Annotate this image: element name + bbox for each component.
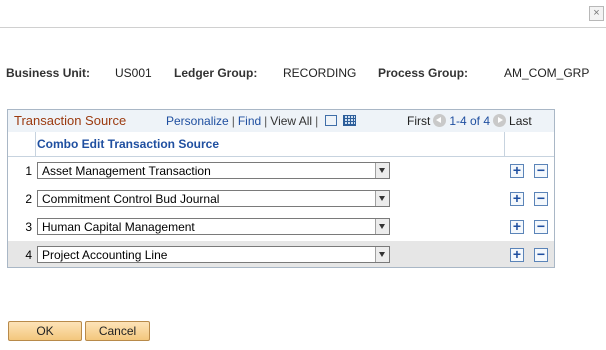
add-row-button[interactable]: + bbox=[510, 163, 524, 178]
row-number: 4 bbox=[25, 248, 32, 262]
business-unit-value: US001 bbox=[115, 66, 152, 80]
next-arrow-icon[interactable] bbox=[493, 114, 507, 127]
business-unit-label: Business Unit: bbox=[6, 66, 91, 80]
table-row: 3 Human Capital Management + − bbox=[8, 213, 554, 242]
dropdown-arrow-icon[interactable] bbox=[375, 219, 389, 234]
delete-row-button[interactable]: − bbox=[534, 191, 548, 206]
new-window-icon[interactable] bbox=[325, 115, 338, 126]
column-header-row: Combo Edit Transaction Source bbox=[8, 132, 554, 157]
select-value: Commitment Control Bud Journal bbox=[42, 192, 220, 206]
add-row-button[interactable]: + bbox=[510, 219, 524, 234]
table-row: 4 Project Accounting Line + − bbox=[8, 241, 554, 267]
transaction-source-select[interactable]: Commitment Control Bud Journal bbox=[37, 190, 390, 207]
cancel-button[interactable]: Cancel bbox=[85, 321, 150, 341]
grid-title: Transaction Source bbox=[14, 113, 127, 128]
table-row: 2 Commitment Control Bud Journal + − bbox=[8, 185, 554, 214]
first-link[interactable]: First bbox=[407, 114, 430, 128]
header-divider bbox=[0, 27, 606, 28]
transaction-source-select[interactable]: Asset Management Transaction bbox=[37, 162, 390, 179]
find-link[interactable]: Find bbox=[238, 114, 261, 128]
row-range: 1-4 of 4 bbox=[449, 114, 491, 128]
ok-button[interactable]: OK bbox=[8, 321, 82, 341]
transaction-source-grid: Transaction Source Personalize | Find | View… bbox=[7, 109, 555, 268]
dropdown-arrow-icon[interactable] bbox=[375, 163, 389, 178]
table-row: 1 Asset Management Transaction + − bbox=[8, 157, 554, 186]
row-number: 1 bbox=[25, 164, 32, 178]
transaction-source-select[interactable]: Human Capital Management bbox=[37, 218, 390, 235]
delete-row-button[interactable]: − bbox=[534, 163, 548, 178]
add-row-button[interactable]: + bbox=[510, 191, 524, 206]
ledger-group-value: RECORDING bbox=[283, 66, 357, 80]
previous-arrow-icon[interactable] bbox=[433, 114, 447, 127]
add-row-button[interactable]: + bbox=[510, 247, 524, 262]
view-all-link[interactable]: View All bbox=[270, 114, 312, 128]
process-group-label: Process Group: bbox=[378, 66, 469, 80]
download-grid-icon[interactable] bbox=[343, 115, 357, 126]
select-value: Asset Management Transaction bbox=[42, 164, 211, 178]
nav-separator: | bbox=[315, 114, 319, 128]
dropdown-arrow-icon[interactable] bbox=[375, 191, 389, 206]
row-number: 2 bbox=[25, 192, 32, 206]
grid-header: Transaction Source Personalize | Find | View… bbox=[8, 110, 554, 133]
transaction-source-select[interactable]: Project Accounting Line bbox=[37, 246, 390, 263]
ledger-group-label: Ledger Group: bbox=[174, 66, 258, 80]
row-number: 3 bbox=[25, 220, 32, 234]
nav-separator: | bbox=[231, 114, 235, 128]
grid-pager: First 1-4 of 4 Last bbox=[407, 114, 532, 128]
close-icon[interactable]: × bbox=[589, 6, 604, 21]
select-value: Project Accounting Line bbox=[42, 248, 168, 262]
column-header-combo-edit[interactable]: Combo Edit Transaction Source bbox=[37, 137, 219, 151]
delete-row-button[interactable]: − bbox=[534, 247, 548, 262]
nav-separator: | bbox=[264, 114, 268, 128]
process-group-value: AM_COM_GRP bbox=[504, 66, 590, 80]
last-link[interactable]: Last bbox=[509, 114, 532, 128]
select-value: Human Capital Management bbox=[42, 220, 195, 234]
delete-row-button[interactable]: − bbox=[534, 219, 548, 234]
dropdown-arrow-icon[interactable] bbox=[375, 247, 389, 262]
grid-nav-links: Personalize | Find | View All | bbox=[166, 114, 357, 128]
personalize-link[interactable]: Personalize bbox=[166, 114, 229, 128]
